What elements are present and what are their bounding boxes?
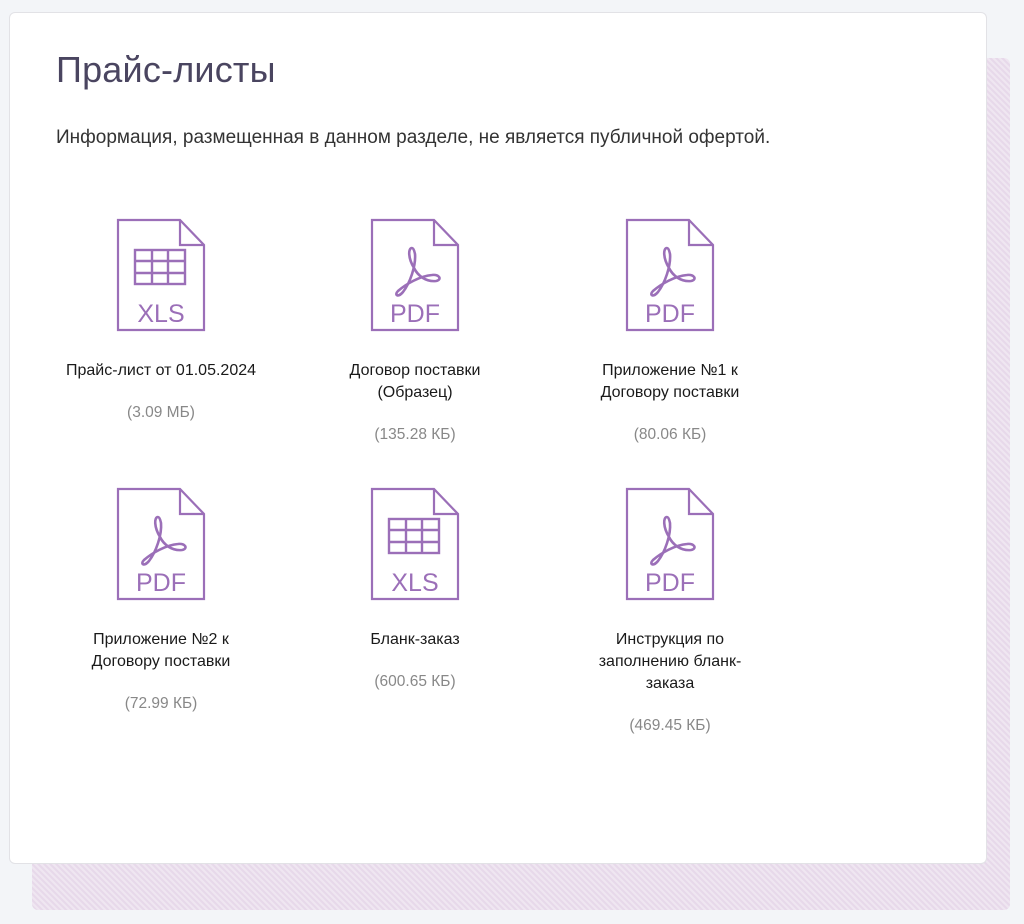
svg-text:XLS: XLS xyxy=(137,300,184,328)
spreadsheet-icon: XLS xyxy=(116,218,206,332)
page-background: Прайс-листы Информация, размещенная в да… xyxy=(0,0,1024,924)
svg-text:PDF: PDF xyxy=(390,300,440,328)
pdf-icon: PDF xyxy=(625,487,715,601)
file-name[interactable]: Приложение №1 к Договору поставки xyxy=(565,360,775,404)
file-name[interactable]: Договор поставки (Образец) xyxy=(310,360,520,404)
pdf-icon: PDF xyxy=(625,218,715,332)
file-supply-contract[interactable]: PDF Договор поставки (Образец) (135.28 К… xyxy=(310,218,520,444)
file-size: (469.45 КБ) xyxy=(629,717,711,734)
file-name[interactable]: Бланк-заказ xyxy=(310,629,520,651)
file-size: (600.65 КБ) xyxy=(374,673,456,690)
file-name[interactable]: Прайс-лист от 01.05.2024 xyxy=(56,360,266,382)
file-order-form[interactable]: XLS Бланк-заказ (600.65 КБ) xyxy=(310,487,520,691)
file-price-list[interactable]: XLS Прайс-лист от 01.05.2024 (3.09 МБ) xyxy=(56,218,266,422)
file-size: (3.09 МБ) xyxy=(127,404,195,421)
file-appendix-2[interactable]: PDF Приложение №2 к Договору поставки (7… xyxy=(56,487,266,713)
svg-text:XLS: XLS xyxy=(391,569,438,597)
file-size: (72.99 КБ) xyxy=(124,695,198,712)
page-title: Прайс-листы xyxy=(56,49,276,90)
svg-text:PDF: PDF xyxy=(645,300,695,328)
file-size: (80.06 КБ) xyxy=(633,426,707,443)
price-lists-card: Прайс-листы Информация, размещенная в да… xyxy=(9,12,987,864)
file-appendix-1[interactable]: PDF Приложение №1 к Договору поставки (8… xyxy=(565,218,775,444)
offer-disclaimer: Информация, размещенная в данном разделе… xyxy=(56,127,771,148)
pdf-icon: PDF xyxy=(370,218,460,332)
file-order-form-instructions[interactable]: PDF Инструкция по заполнению бланк-заказ… xyxy=(565,487,775,735)
svg-text:PDF: PDF xyxy=(645,569,695,597)
pdf-icon: PDF xyxy=(116,487,206,601)
file-name[interactable]: Инструкция по заполнению бланк-заказа xyxy=(565,629,775,695)
spreadsheet-icon: XLS xyxy=(370,487,460,601)
file-size: (135.28 КБ) xyxy=(374,426,456,443)
file-name[interactable]: Приложение №2 к Договору поставки xyxy=(56,629,266,673)
svg-text:PDF: PDF xyxy=(136,569,186,597)
